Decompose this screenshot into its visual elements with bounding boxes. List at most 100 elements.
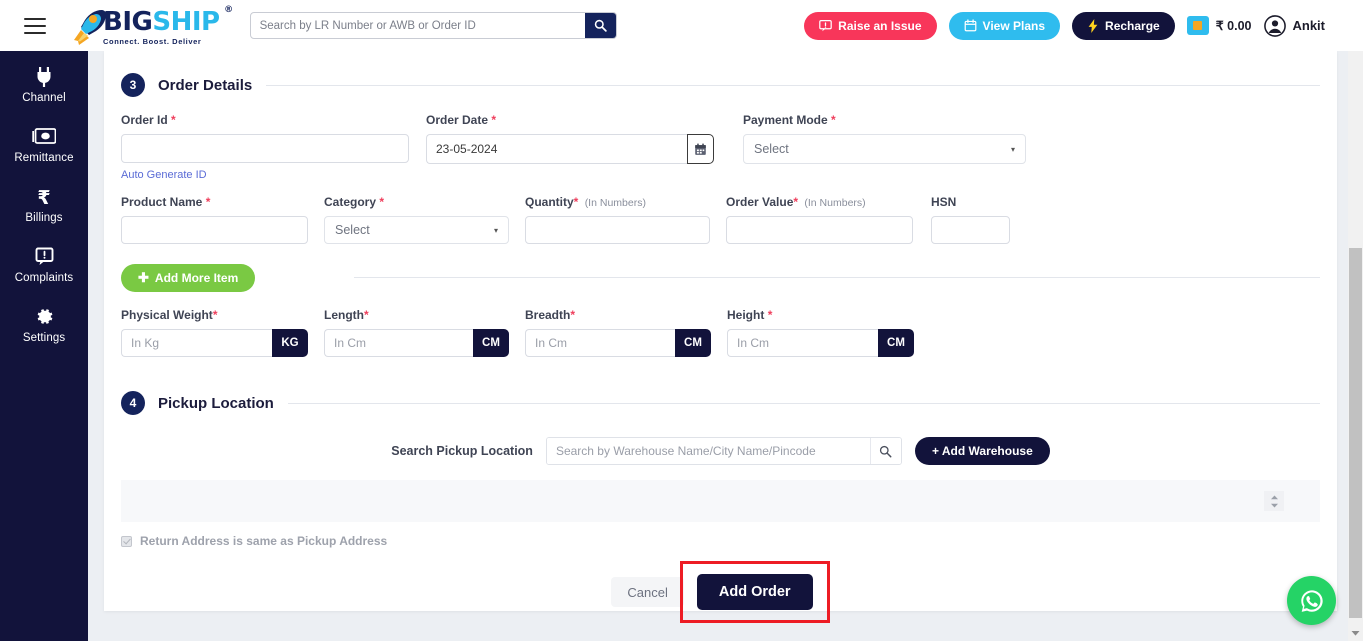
search-input[interactable] bbox=[250, 13, 585, 38]
plus-icon: ✚ bbox=[138, 270, 149, 285]
bigship-logo[interactable]: BIGSHIP ® Connect. Boost. Deliver bbox=[72, 5, 233, 46]
order-id-input[interactable] bbox=[121, 134, 409, 163]
dimensions-row: Physical Weight* KG Length* CM bbox=[104, 308, 1337, 357]
product-name-field: Product Name * bbox=[121, 195, 308, 244]
recharge-label: Recharge bbox=[1105, 18, 1160, 33]
order-date-input[interactable] bbox=[426, 134, 687, 164]
length-control: CM bbox=[324, 329, 509, 357]
sidebar-label-remittance: Remittance bbox=[14, 151, 74, 164]
svg-text:₹: ₹ bbox=[37, 187, 50, 207]
order-date-label: Order Date * bbox=[426, 113, 497, 127]
pickup-search-button[interactable] bbox=[869, 438, 901, 464]
logo-main-text: BIG bbox=[103, 6, 153, 37]
user-menu[interactable]: Ankit bbox=[1263, 14, 1326, 37]
product-name-input[interactable] bbox=[121, 216, 308, 244]
pickup-location-header: 4 Pickup Location bbox=[104, 391, 1337, 415]
hsn-label: HSN bbox=[931, 195, 957, 209]
rupee-icon: ₹ bbox=[36, 187, 52, 207]
cancel-button[interactable]: Cancel bbox=[611, 577, 684, 607]
quantity-label: Quantity* (In Numbers) bbox=[525, 195, 646, 209]
rocket-icon bbox=[72, 8, 106, 46]
required-marker: * bbox=[767, 308, 773, 322]
physical-weight-field: Physical Weight* KG bbox=[121, 308, 308, 357]
page-content: 3 Order Details Order Id * Auto Generate… bbox=[88, 51, 1363, 641]
header-actions: Raise an Issue View Plans Recharge ₹ 0.0… bbox=[804, 11, 1363, 40]
raise-issue-label: Raise an Issue bbox=[838, 18, 922, 33]
hsn-field: HSN bbox=[931, 195, 1010, 244]
scroll-down-button[interactable] bbox=[1348, 626, 1363, 641]
height-input[interactable] bbox=[727, 329, 878, 357]
whatsapp-icon bbox=[1300, 589, 1323, 612]
auto-generate-id-link[interactable]: Auto Generate ID bbox=[121, 169, 409, 181]
calendar-button[interactable] bbox=[686, 134, 714, 164]
hsn-input[interactable] bbox=[931, 216, 1010, 244]
global-search[interactable] bbox=[249, 12, 617, 39]
payment-mode-field: Payment Mode * Select ▾ bbox=[743, 113, 1026, 181]
sidebar-item-billings[interactable]: ₹ Billings bbox=[0, 175, 88, 235]
search-button[interactable] bbox=[584, 13, 616, 38]
order-value-field: Order Value* (In Numbers) bbox=[726, 195, 913, 244]
add-order-button[interactable]: Add Order bbox=[696, 574, 813, 610]
whatsapp-button[interactable] bbox=[1287, 576, 1336, 625]
physical-weight-control: KG bbox=[121, 329, 308, 357]
pickup-search-row: Search Pickup Location + Add Warehouse bbox=[104, 437, 1337, 465]
required-marker: * bbox=[793, 195, 799, 209]
user-name: Ankit bbox=[1292, 18, 1326, 33]
recharge-button[interactable]: Recharge bbox=[1072, 11, 1175, 40]
category-label: Category * bbox=[324, 195, 385, 209]
lightning-icon bbox=[1088, 18, 1098, 33]
quantity-input[interactable] bbox=[525, 216, 710, 244]
physical-weight-input[interactable] bbox=[121, 329, 272, 357]
pickup-search-box[interactable] bbox=[545, 437, 902, 465]
order-details-header: 3 Order Details bbox=[104, 73, 1337, 97]
pickup-search-label: Search Pickup Location bbox=[391, 444, 533, 458]
breadth-input[interactable] bbox=[525, 329, 675, 357]
calendar-icon bbox=[695, 142, 706, 155]
sidebar-item-remittance[interactable]: Remittance bbox=[0, 115, 88, 175]
sidebar-item-complaints[interactable]: Complaints bbox=[0, 235, 88, 295]
length-input[interactable] bbox=[324, 329, 473, 357]
order-value-hint: (In Numbers) bbox=[804, 197, 866, 209]
breadth-field: Breadth* CM bbox=[525, 308, 711, 357]
wallet-balance[interactable]: ₹ 0.00 bbox=[1186, 16, 1252, 35]
step-number-4: 4 bbox=[121, 391, 145, 415]
add-warehouse-button[interactable]: + Add Warehouse bbox=[914, 437, 1050, 465]
category-select[interactable]: Select ▾ bbox=[324, 216, 509, 244]
return-address-label: Return Address is same as Pickup Address bbox=[140, 534, 388, 548]
add-more-item-label: Add More Item bbox=[154, 271, 239, 285]
return-address-checkbox[interactable] bbox=[121, 535, 132, 547]
height-unit-cm[interactable]: CM bbox=[878, 329, 914, 357]
required-marker: * bbox=[364, 308, 369, 322]
chevron-down-icon: ▾ bbox=[1010, 144, 1015, 154]
left-sidebar: Channel Remittance ₹ Billings Complaints… bbox=[0, 51, 88, 641]
required-marker: * bbox=[212, 308, 218, 322]
pickup-search-input[interactable] bbox=[546, 438, 870, 464]
required-marker: * bbox=[570, 308, 576, 322]
order-form-card: 3 Order Details Order Id * Auto Generate… bbox=[104, 51, 1337, 623]
view-plans-button[interactable]: View Plans bbox=[948, 11, 1061, 40]
sidebar-label-settings: Settings bbox=[22, 331, 66, 344]
sort-updown-icon[interactable] bbox=[1264, 491, 1284, 511]
length-unit-cm[interactable]: CM bbox=[473, 329, 509, 357]
length-label: Length* bbox=[324, 308, 369, 322]
weight-unit-kg[interactable]: KG bbox=[272, 329, 308, 357]
raise-issue-button[interactable]: Raise an Issue bbox=[804, 11, 937, 40]
divider bbox=[287, 402, 1320, 404]
order-value-input[interactable] bbox=[726, 216, 913, 244]
page-scrollbar[interactable] bbox=[1348, 51, 1363, 641]
chevron-down-icon bbox=[1351, 631, 1360, 636]
sidebar-item-settings[interactable]: Settings bbox=[0, 295, 88, 355]
scrollbar-thumb[interactable] bbox=[1349, 248, 1362, 618]
top-header: BIGSHIP ® Connect. Boost. Deliver Search… bbox=[0, 0, 1363, 51]
sidebar-item-channel[interactable]: Channel bbox=[0, 55, 88, 115]
breadth-label: Breadth* bbox=[525, 308, 576, 322]
breadth-unit-cm[interactable]: CM bbox=[675, 329, 711, 357]
add-more-item-button[interactable]: ✚ Add More Item bbox=[121, 264, 256, 292]
cash-icon bbox=[32, 127, 56, 147]
hamburger-icon[interactable] bbox=[24, 17, 46, 34]
sidebar-label-complaints: Complaints bbox=[14, 271, 74, 284]
logo-tagline: Connect. Boost. Deliver bbox=[103, 36, 202, 46]
payment-mode-select[interactable]: Select ▾ bbox=[743, 134, 1026, 164]
height-label: Height * bbox=[727, 308, 773, 322]
app-root: BIGSHIP ® Connect. Boost. Deliver Search… bbox=[0, 0, 1363, 641]
